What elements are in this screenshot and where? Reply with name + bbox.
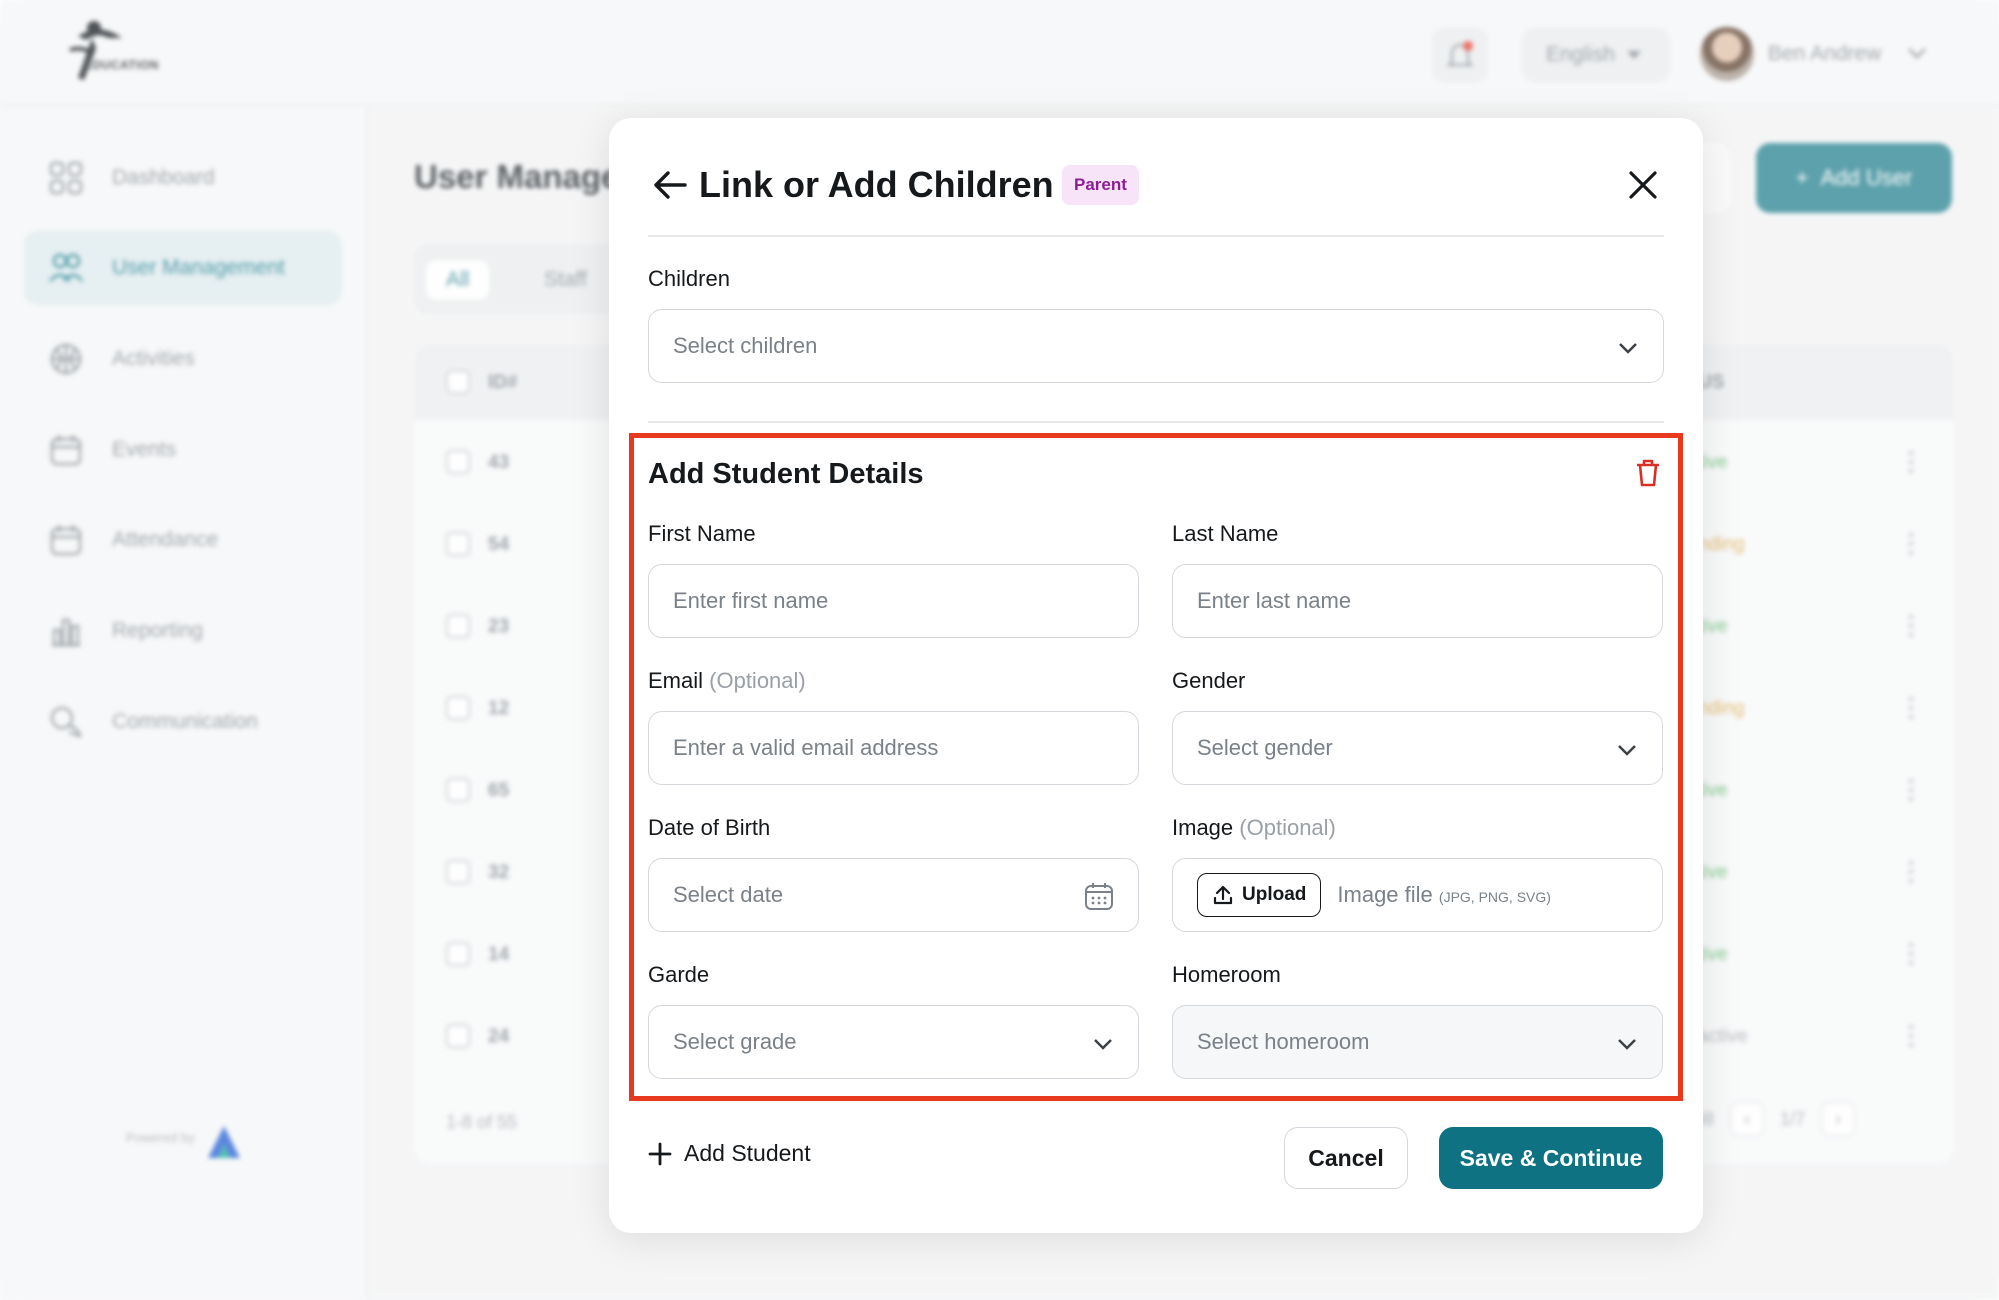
upload-label: Upload — [1242, 884, 1307, 905]
chevron-down-icon — [1094, 1039, 1112, 1050]
first-name-placeholder: Enter first name — [673, 588, 829, 613]
add-student-button[interactable]: Add Student — [648, 1140, 811, 1167]
last-name-label: Last Name — [1172, 521, 1279, 546]
calendar-icon[interactable] — [1084, 881, 1114, 911]
children-label: Children — [648, 266, 730, 291]
gender-select[interactable]: Select gender — [1172, 711, 1663, 785]
cancel-button[interactable]: Cancel — [1284, 1127, 1408, 1189]
save-continue-button[interactable]: Save & Continue — [1439, 1127, 1663, 1189]
email-label-text: Email — [648, 668, 704, 693]
trash-icon[interactable] — [1634, 458, 1662, 488]
add-student-label: Add Student — [684, 1140, 811, 1166]
chevron-down-icon — [1619, 343, 1637, 354]
email-field[interactable]: Enter a valid email address — [648, 711, 1139, 785]
plus-icon — [648, 1142, 672, 1165]
image-label-text: Image — [1172, 815, 1234, 840]
upload-button[interactable]: Upload — [1197, 873, 1322, 917]
section-divider — [648, 421, 1664, 423]
email-optional-text: (Optional) — [709, 668, 806, 693]
image-hint-text: Image file — [1337, 882, 1433, 907]
homeroom-select[interactable]: Select homeroom — [1172, 1005, 1663, 1079]
gender-label: Gender — [1172, 668, 1246, 693]
first-name-label: First Name — [648, 521, 756, 546]
student-section-title: Add Student Details — [648, 458, 924, 490]
children-placeholder: Select children — [673, 333, 818, 358]
homeroom-label: Homeroom — [1172, 962, 1281, 987]
first-name-input[interactable]: Enter first name — [648, 564, 1139, 638]
grade-select[interactable]: Select grade — [648, 1005, 1139, 1079]
close-icon[interactable] — [1626, 168, 1660, 202]
image-formats-text: (JPG, PNG, SVG) — [1438, 889, 1551, 905]
image-upload-field: Upload Image file (JPG, PNG, SVG) — [1172, 858, 1663, 932]
chevron-down-icon — [1618, 745, 1636, 756]
grade-placeholder: Select grade — [673, 1029, 797, 1054]
image-file-hint: Image file (JPG, PNG, SVG) — [1337, 882, 1551, 908]
header-divider — [648, 235, 1664, 237]
dob-label: Date of Birth — [648, 815, 771, 840]
modal-title: Link or Add Children — [699, 164, 1054, 205]
link-children-modal: Link or Add Children Parent Children Sel… — [609, 118, 1703, 1233]
last-name-input[interactable]: Enter last name — [1172, 564, 1663, 638]
dob-placeholder: Select date — [673, 882, 784, 907]
grade-label: Garde — [648, 962, 710, 987]
gender-placeholder: Select gender — [1197, 735, 1333, 760]
children-select[interactable]: Select children — [648, 309, 1664, 383]
email-placeholder: Enter a valid email address — [673, 735, 939, 760]
image-optional-text: (Optional) — [1239, 815, 1336, 840]
upload-icon — [1213, 885, 1233, 905]
back-arrow-icon[interactable] — [651, 166, 689, 204]
last-name-placeholder: Enter last name — [1197, 588, 1352, 613]
role-badge: Parent — [1062, 165, 1139, 205]
chevron-down-icon — [1618, 1039, 1636, 1050]
dob-date-picker[interactable]: Select date — [648, 858, 1139, 932]
image-label: Image (Optional) — [1172, 815, 1336, 841]
homeroom-placeholder: Select homeroom — [1197, 1029, 1370, 1054]
email-label: Email (Optional) — [648, 668, 806, 694]
